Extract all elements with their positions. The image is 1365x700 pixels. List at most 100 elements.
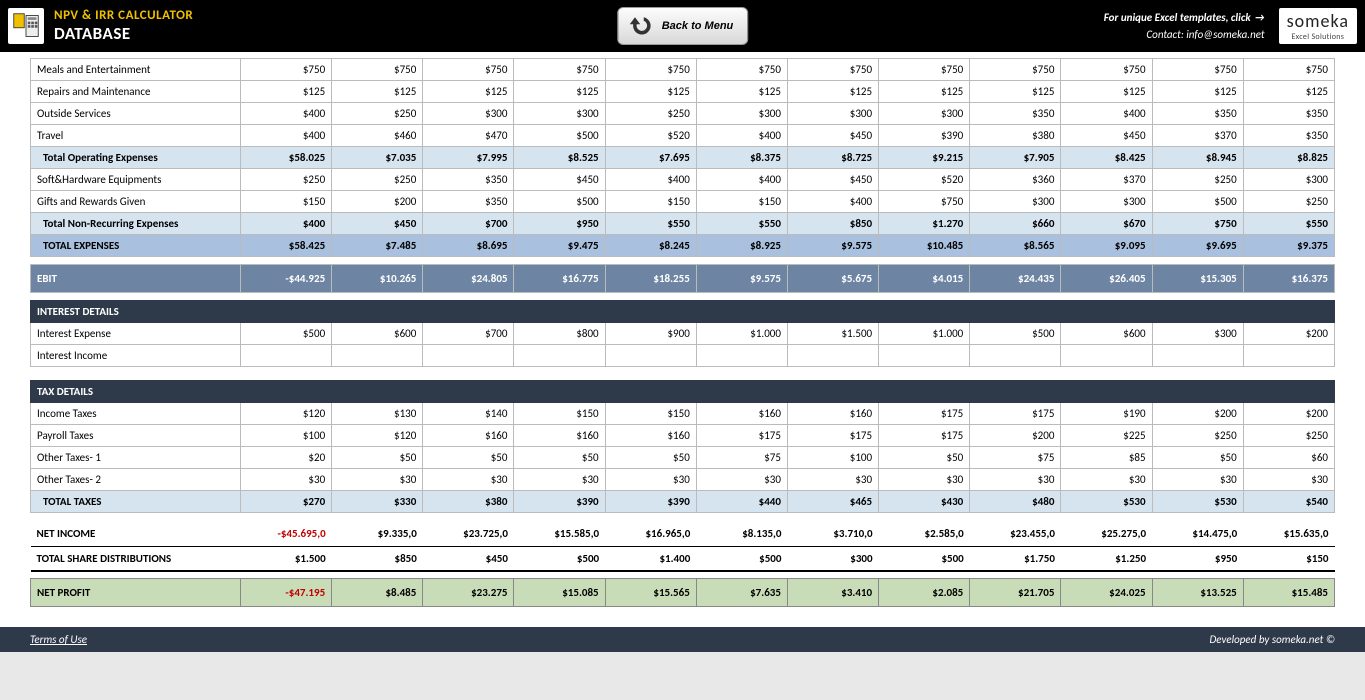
cell-value: $7.635	[696, 579, 787, 607]
table-row: Other Taxes- 2$30$30$30$30$30$30$30$30$3…	[31, 469, 1335, 491]
cell-value: $350	[1152, 103, 1243, 125]
cell-value: $50	[514, 447, 605, 469]
cell-value: $30	[1243, 469, 1334, 491]
cell-value: $23.275	[423, 579, 514, 607]
cell-value	[332, 381, 423, 403]
cell-value: $15.085	[514, 579, 605, 607]
cell-value: $7.905	[970, 147, 1061, 169]
table-row: Travel$400$460$470$500$520$400$450$390$3…	[31, 125, 1335, 147]
cell-value: $550	[605, 213, 696, 235]
cell-value: $300	[1152, 323, 1243, 345]
cell-value: $400	[241, 125, 332, 147]
cell-value: $750	[241, 59, 332, 81]
cell-value: $8.565	[970, 235, 1061, 257]
someka-logo[interactable]: someka Excel Solutions	[1279, 8, 1357, 44]
cell-value: $390	[879, 125, 970, 147]
app-icon	[8, 8, 44, 44]
cell-value: $58.025	[241, 147, 332, 169]
cell-value: $270	[241, 491, 332, 513]
cell-value	[514, 345, 605, 367]
cell-value: $30	[241, 469, 332, 491]
cell-value: $750	[879, 191, 970, 213]
cell-value: $950	[514, 213, 605, 235]
cell-value: $85	[1061, 447, 1152, 469]
cell-value: $120	[241, 403, 332, 425]
cell-value: $100	[241, 425, 332, 447]
row-label: Travel	[31, 125, 241, 147]
cell-value: -$47.195	[241, 579, 332, 607]
cell-value: $16.775	[514, 265, 605, 293]
table-row: Interest Income	[31, 345, 1335, 367]
cell-value: $3.410	[787, 579, 878, 607]
cell-value	[1152, 301, 1243, 323]
row-label: TOTAL TAXES	[31, 491, 241, 513]
row-label: NET PROFIT	[31, 579, 241, 607]
cell-value: $300	[423, 103, 514, 125]
cell-value: $125	[514, 81, 605, 103]
cell-value: $8.695	[423, 235, 514, 257]
cell-value: $400	[787, 191, 878, 213]
cell-value: $20	[241, 447, 332, 469]
row-label: NET INCOME	[31, 521, 241, 547]
cell-value: $15.305	[1152, 265, 1243, 293]
click-link[interactable]: click	[1231, 11, 1251, 24]
cell-value: $250	[1243, 191, 1334, 213]
cell-value: $750	[1243, 59, 1334, 81]
back-to-menu-button[interactable]: Back to Menu	[617, 7, 749, 45]
cell-value	[423, 345, 514, 367]
header-links: For unique Excel templates, click→ Conta…	[1104, 9, 1265, 43]
cell-value: $30	[696, 469, 787, 491]
table-row: Outside Services$400$250$300$300$250$300…	[31, 103, 1335, 125]
table-row: TOTAL SHARE DISTRIBUTIONS$1.500$850$450$…	[31, 547, 1335, 571]
cell-value: $440	[696, 491, 787, 513]
cell-value: $2.085	[879, 579, 970, 607]
cell-value: $175	[879, 425, 970, 447]
cell-value: $300	[1243, 169, 1334, 191]
row-label: Other Taxes- 2	[31, 469, 241, 491]
cell-value: $370	[1061, 169, 1152, 191]
cell-value	[241, 301, 332, 323]
cell-value: $750	[879, 59, 970, 81]
terms-link[interactable]: Terms of Use	[30, 633, 87, 646]
cell-value	[696, 345, 787, 367]
cell-value: $430	[879, 491, 970, 513]
cell-value: $30	[514, 469, 605, 491]
row-label: Total Operating Expenses	[31, 147, 241, 169]
cell-value: $7.485	[332, 235, 423, 257]
cell-value: $350	[1243, 103, 1334, 125]
cell-value: $400	[696, 125, 787, 147]
cell-value: $400	[696, 169, 787, 191]
cell-value	[1152, 345, 1243, 367]
cell-value: $500	[241, 323, 332, 345]
cell-value: $30	[1152, 469, 1243, 491]
cell-value: $9.575	[696, 265, 787, 293]
cell-value: $350	[970, 103, 1061, 125]
cell-value: $150	[605, 403, 696, 425]
cell-value: $30	[879, 469, 970, 491]
cell-value: $8.725	[787, 147, 878, 169]
app-header: NPV & IRR CALCULATOR DATABASE Back to Me…	[0, 0, 1365, 52]
cell-value: $30	[1061, 469, 1152, 491]
cell-value: $75	[970, 447, 1061, 469]
cell-value: $15.635,0	[1243, 521, 1334, 547]
contact-info: Contact: info@someka.net	[1104, 26, 1265, 43]
table-row: Payroll Taxes$100$120$160$160$160$175$17…	[31, 425, 1335, 447]
cell-value: $160	[787, 403, 878, 425]
table-row: NET PROFIT-$47.195$8.485$23.275$15.085$1…	[31, 579, 1335, 607]
cell-value: $250	[241, 169, 332, 191]
cell-value: $330	[332, 491, 423, 513]
cell-value: $175	[879, 403, 970, 425]
cell-value: $250	[1243, 425, 1334, 447]
cell-value: $300	[1061, 191, 1152, 213]
row-label: TAX DETAILS	[31, 381, 241, 403]
table-row: TAX DETAILS	[31, 381, 1335, 403]
cell-value: $160	[696, 403, 787, 425]
cell-value: $480	[970, 491, 1061, 513]
cell-value	[605, 381, 696, 403]
cell-value: $160	[423, 425, 514, 447]
cell-value: $25.275,0	[1061, 521, 1152, 547]
table-row: Gifts and Rewards Given$150$200$350$500$…	[31, 191, 1335, 213]
cell-value: $58.425	[241, 235, 332, 257]
cell-value: $125	[879, 81, 970, 103]
cell-value: $900	[605, 323, 696, 345]
